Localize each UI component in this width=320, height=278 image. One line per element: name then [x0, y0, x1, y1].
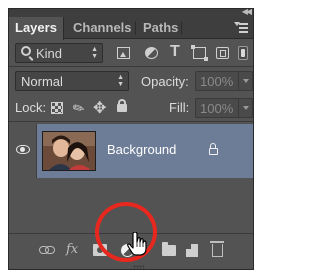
search-icon — [21, 46, 31, 56]
fill-field[interactable]: 100% — [195, 98, 253, 118]
lock-label: Lock: — [15, 100, 47, 115]
new-layer-icon[interactable] — [186, 244, 198, 257]
shape-filter-icon[interactable] — [191, 45, 208, 61]
photo-thumbnail-image — [43, 132, 95, 170]
select-arrows-icon: ▲ ▼ — [117, 74, 124, 88]
lock-position-icon[interactable]: ✥ — [93, 98, 106, 118]
panel-tab-bar: Layers Channels Paths — [9, 17, 253, 40]
image-filter-icon[interactable] — [117, 47, 130, 59]
lock-all-icon[interactable] — [117, 99, 127, 112]
opacity-value: 100% — [200, 74, 234, 89]
panel-collapse-strip[interactable]: ◀◀ — [9, 8, 253, 17]
blend-row: Normal ▲ ▼ Opacity: 100% — [9, 67, 253, 95]
visibility-toggle[interactable] — [9, 124, 37, 178]
lock-image-pixels-icon[interactable]: ✎ — [70, 98, 89, 119]
filter-kind-select[interactable]: Kind ▲ ▼ — [15, 43, 103, 63]
layer-style-icon[interactable]: fx — [66, 242, 78, 257]
layer-lock-icon — [209, 143, 218, 155]
opacity-field[interactable]: 100% — [195, 71, 253, 91]
lock-row: Lock: ✎ ✥ Fill: 100% — [9, 95, 253, 121]
adjustment-filter-icon[interactable] — [145, 47, 158, 59]
type-filter-icon[interactable]: T — [170, 43, 180, 61]
delete-layer-icon[interactable] — [210, 241, 224, 257]
filter-toggle-switch[interactable] — [238, 46, 248, 60]
tab-channels[interactable]: Channels — [67, 17, 138, 39]
filter-kind-label: Kind — [36, 46, 63, 61]
opacity-label: Opacity: — [141, 74, 189, 89]
blend-mode-select[interactable]: Normal ▲ ▼ — [15, 71, 129, 91]
fill-value: 100% — [200, 101, 234, 116]
layer-thumbnail[interactable] — [42, 131, 96, 171]
smart-object-filter-icon[interactable] — [216, 47, 229, 59]
layer-name[interactable]: Background — [107, 142, 176, 157]
lock-transparent-pixels-icon[interactable] — [51, 102, 63, 114]
highlight-circle-annotation — [95, 202, 157, 262]
resize-grip[interactable] — [133, 265, 145, 269]
fill-label: Fill: — [169, 100, 190, 115]
select-arrows-icon: ▲ ▼ — [91, 46, 98, 60]
tab-separator — [135, 21, 136, 35]
tab-layers[interactable]: Layers — [9, 17, 64, 40]
opacity-dropdown-icon[interactable] — [238, 72, 252, 90]
link-layers-icon[interactable] — [39, 246, 55, 254]
collapse-arrows-icon[interactable]: ◀◀ — [242, 8, 252, 16]
eye-icon — [16, 145, 30, 154]
fill-dropdown-icon[interactable] — [238, 99, 252, 117]
blend-mode-value: Normal — [21, 74, 63, 89]
layer-row-background[interactable]: Background — [9, 124, 253, 178]
tab-separator — [181, 21, 182, 35]
layer-filter-row: Kind ▲ ▼ T — [9, 40, 253, 66]
panel-menu-icon[interactable] — [234, 21, 248, 35]
tab-paths[interactable]: Paths — [137, 17, 184, 39]
hand-cursor-icon — [127, 232, 147, 256]
new-group-icon[interactable] — [162, 242, 176, 256]
